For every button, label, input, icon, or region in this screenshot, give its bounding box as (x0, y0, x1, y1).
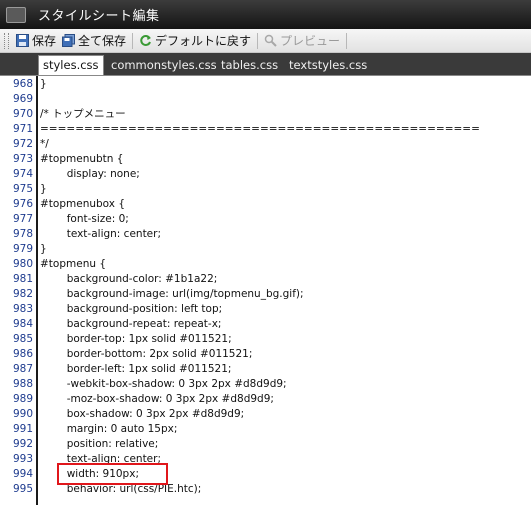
window-title: スタイルシート編集 (38, 9, 160, 24)
toolbar-separator (132, 32, 134, 49)
line-number: 969 (12, 93, 33, 105)
line-number: 971 (12, 123, 33, 135)
code-line: background-repeat: repeat-x; (40, 318, 222, 330)
line-number: 973 (12, 153, 33, 165)
code-line: text-align: center; (40, 228, 161, 240)
code-line: border-left: 1px solid #011521; (40, 363, 232, 375)
code-line: -webkit-box-shadow: 0 3px 2px #d8d9d9; (40, 378, 287, 390)
line-number: 982 (12, 288, 33, 300)
tab-commonstyles-css[interactable]: commonstyles.css (107, 56, 221, 75)
app-icon (6, 6, 26, 23)
save-all-button[interactable]: 全て保存 (59, 31, 129, 51)
line-number: 993 (12, 453, 33, 465)
code-line: background-position: left top; (40, 303, 223, 315)
code-line: box-shadow: 0 3px 2px #d8d9d9; (40, 408, 245, 420)
line-number: 986 (12, 348, 33, 360)
line-number: 977 (12, 213, 33, 225)
file-tab-bar: styles.css commonstyles.css tables.css t… (0, 53, 531, 76)
title-bar: スタイルシート編集 (0, 0, 531, 29)
code-line: display: none; (40, 168, 140, 180)
line-number: 970 (12, 108, 33, 120)
preview-button[interactable]: プレビュー (261, 31, 343, 51)
line-number: 989 (12, 393, 33, 405)
code-line: border-bottom: 2px solid #011521; (40, 348, 253, 360)
code-line: position: relative; (40, 438, 159, 450)
magnifier-icon (264, 34, 277, 47)
tab-textstyles-css[interactable]: textstyles.css (285, 56, 371, 75)
tab-styles-css[interactable]: styles.css (38, 55, 104, 76)
line-number: 990 (12, 408, 33, 420)
line-number: 991 (12, 423, 33, 435)
preview-label: プレビュー (280, 34, 341, 48)
save-all-label: 全て保存 (78, 34, 127, 48)
line-number: 985 (12, 333, 33, 345)
code-line: } (40, 78, 47, 90)
line-number: 975 (12, 183, 33, 195)
save-label: 保存 (32, 34, 57, 48)
line-number: 988 (12, 378, 33, 390)
line-number: 984 (12, 318, 33, 330)
code-line: ========================================… (40, 123, 480, 135)
highlight-box (57, 463, 168, 485)
line-number: 987 (12, 363, 33, 375)
refresh-icon (139, 34, 152, 47)
code-editor[interactable]: 968} 969 970 /* トップメニュー 971 =================… (0, 75, 531, 505)
code-line: background-image: url(img/topmenu_bg.gif… (40, 288, 304, 300)
line-number: 976 (12, 198, 33, 210)
line-number: 992 (12, 438, 33, 450)
code-line: } (40, 243, 47, 255)
code-line: -moz-box-shadow: 0 3px 2px #d8d9d9; (40, 393, 274, 405)
restore-default-button[interactable]: デフォルトに戻す (136, 31, 254, 51)
floppy-disk-icon (16, 34, 29, 47)
code-line: */ (40, 138, 49, 150)
code-line: #topmenu { (40, 258, 107, 270)
line-number: 983 (12, 303, 33, 315)
line-number: 981 (12, 273, 33, 285)
line-number: 978 (12, 228, 33, 240)
code-line: margin: 0 auto 15px; (40, 423, 178, 435)
code-line: font-size: 0; (40, 213, 129, 225)
tab-tables-css[interactable]: tables.css (217, 56, 282, 75)
line-number: 972 (12, 138, 33, 150)
save-button[interactable]: 保存 (13, 31, 59, 51)
save-all-icon (62, 34, 76, 47)
line-number: 995 (12, 483, 33, 495)
line-number: 994 (12, 468, 33, 480)
line-number: 968 (12, 78, 33, 90)
line-number: 979 (12, 243, 33, 255)
toolbar-separator (257, 32, 259, 49)
restore-default-label: デフォルトに戻す (155, 34, 252, 48)
code-line: /* トップメニュー (40, 108, 126, 120)
code-line: #topmenubox { (40, 198, 125, 210)
code-line: } (40, 183, 47, 195)
toolbar: 保存 全て保存 デフォルトに戻す プレビュー (0, 29, 531, 53)
code-line: border-top: 1px solid #011521; (40, 333, 232, 345)
code-line: background-color: #1b1a22; (40, 273, 218, 285)
code-line: #topmenubtn { (40, 153, 124, 165)
line-number: 980 (12, 258, 33, 270)
toolbar-grip[interactable] (4, 32, 9, 49)
line-number: 974 (12, 168, 33, 180)
toolbar-separator (346, 32, 348, 49)
